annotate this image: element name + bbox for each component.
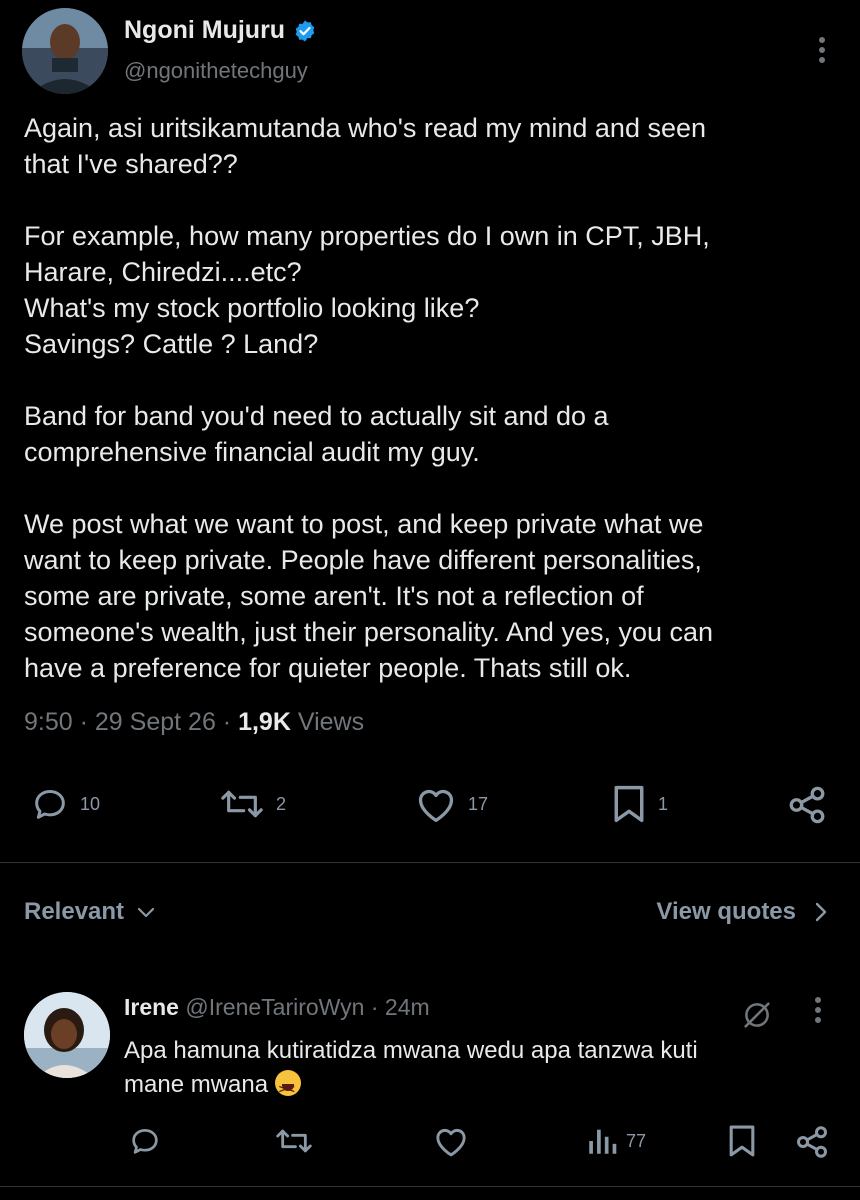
more-vertical-icon[interactable] <box>818 36 826 64</box>
tweet-date[interactable]: 29 Sept 26 <box>95 708 216 736</box>
repost-button[interactable]: 2 <box>218 784 286 824</box>
reply-repost-button[interactable] <box>274 1124 314 1158</box>
text-line: We post what we want to post, and keep p… <box>24 509 704 539</box>
reply-bookmark-button[interactable] <box>726 1124 758 1158</box>
chevron-right-icon <box>814 901 828 923</box>
text-line: mane mwana <box>124 1071 269 1098</box>
share-button[interactable] <box>786 784 828 826</box>
author-handle[interactable]: @ngonithetechguy <box>124 58 308 84</box>
tweet-paragraph: Band for band you'd need to actually sit… <box>24 398 824 470</box>
sort-dropdown[interactable]: Relevant <box>24 898 156 926</box>
text-line: have a preference for quieter people. Th… <box>24 653 632 683</box>
reply-header: Irene @IreneTariroWyn · 24m <box>124 994 430 1021</box>
tweet-paragraph: For example, how many properties do I ow… <box>24 218 824 362</box>
repost-count: 2 <box>276 793 287 814</box>
text-line: What's my stock portfolio looking like? <box>24 293 480 323</box>
text-line: Band for band you'd need to actually sit… <box>24 401 609 431</box>
chevron-down-icon <box>136 905 156 919</box>
view-quotes-label: View quotes <box>656 898 796 925</box>
text-line: Harare, Chiredzi....etc? <box>24 257 302 287</box>
text-line: someone's wealth, just their personality… <box>24 617 714 647</box>
share-icon <box>786 784 828 826</box>
divider <box>0 862 860 863</box>
repost-icon <box>274 1124 314 1158</box>
view-quotes-link[interactable]: View quotes <box>656 898 828 926</box>
grok-icon[interactable] <box>740 998 774 1032</box>
reply-time[interactable]: 24m <box>385 994 430 1020</box>
reply-handle[interactable]: @IreneTariroWyn <box>185 994 364 1020</box>
reply-author-name[interactable]: Irene <box>124 994 179 1020</box>
more-vertical-icon[interactable] <box>814 996 822 1024</box>
reply-button[interactable]: 10 <box>30 784 100 824</box>
text-line: Savings? Cattle ? Land? <box>24 329 319 359</box>
tweet-text: Again, asi uritsikamutanda who's read my… <box>24 110 824 686</box>
text-line: want to keep private. People have differ… <box>24 545 702 575</box>
reply-avatar[interactable] <box>24 992 110 1078</box>
tweet-paragraph: Again, asi uritsikamutanda who's read my… <box>24 110 824 182</box>
author-name[interactable]: Ngoni Mujuru <box>124 16 285 45</box>
reply-icon <box>30 784 70 824</box>
bookmark-icon <box>726 1124 758 1158</box>
bookmark-icon <box>610 784 648 824</box>
like-count: 17 <box>468 793 489 814</box>
author-avatar[interactable] <box>22 8 108 94</box>
text-line: some are private, some aren't. It's not … <box>24 581 644 611</box>
meta-separator: · <box>222 708 239 736</box>
bookmark-button[interactable]: 1 <box>610 784 668 824</box>
reply-views-count: 77 <box>626 1130 647 1151</box>
text-line: comprehensive financial audit my guy. <box>24 437 480 467</box>
tweet-meta: 9:50 · 29 Sept 26 · 1,9K Views <box>24 708 364 737</box>
meta-separator: · <box>79 708 95 736</box>
text-line: Apa hamuna kutiratidza mwana wedu apa ta… <box>124 1037 698 1064</box>
reply-share-button[interactable] <box>794 1124 830 1160</box>
meta-separator: · <box>370 994 385 1020</box>
views-label: Views <box>297 708 365 736</box>
share-icon <box>794 1124 830 1160</box>
reply-reply-button[interactable] <box>128 1124 162 1158</box>
text-line: that I've shared?? <box>24 149 238 179</box>
laughing-face-emoji <box>274 1070 301 1106</box>
tweet-time[interactable]: 9:50 <box>24 708 73 736</box>
reply-analytics-button[interactable]: 77 <box>586 1124 646 1158</box>
reply-icon <box>128 1124 162 1158</box>
reply-text: Apa hamuna kutiratidza mwana wedu apa ta… <box>124 1034 804 1106</box>
sort-label: Relevant <box>24 898 125 925</box>
views-count: 1,9K <box>238 708 291 736</box>
analytics-icon <box>586 1124 618 1158</box>
repost-icon <box>218 784 266 824</box>
verified-badge-icon <box>293 19 317 43</box>
author-name-row[interactable]: Ngoni Mujuru <box>124 16 317 45</box>
tweet-paragraph: We post what we want to post, and keep p… <box>24 506 824 686</box>
heart-icon <box>414 784 458 824</box>
like-button[interactable]: 17 <box>414 784 488 824</box>
reply-count: 10 <box>80 793 101 814</box>
text-line: For example, how many properties do I ow… <box>24 221 710 251</box>
reply-like-button[interactable] <box>432 1124 470 1158</box>
bookmark-count: 1 <box>658 793 669 814</box>
divider <box>0 1186 860 1187</box>
heart-icon <box>432 1124 470 1158</box>
text-line: Again, asi uritsikamutanda who's read my… <box>24 113 707 143</box>
